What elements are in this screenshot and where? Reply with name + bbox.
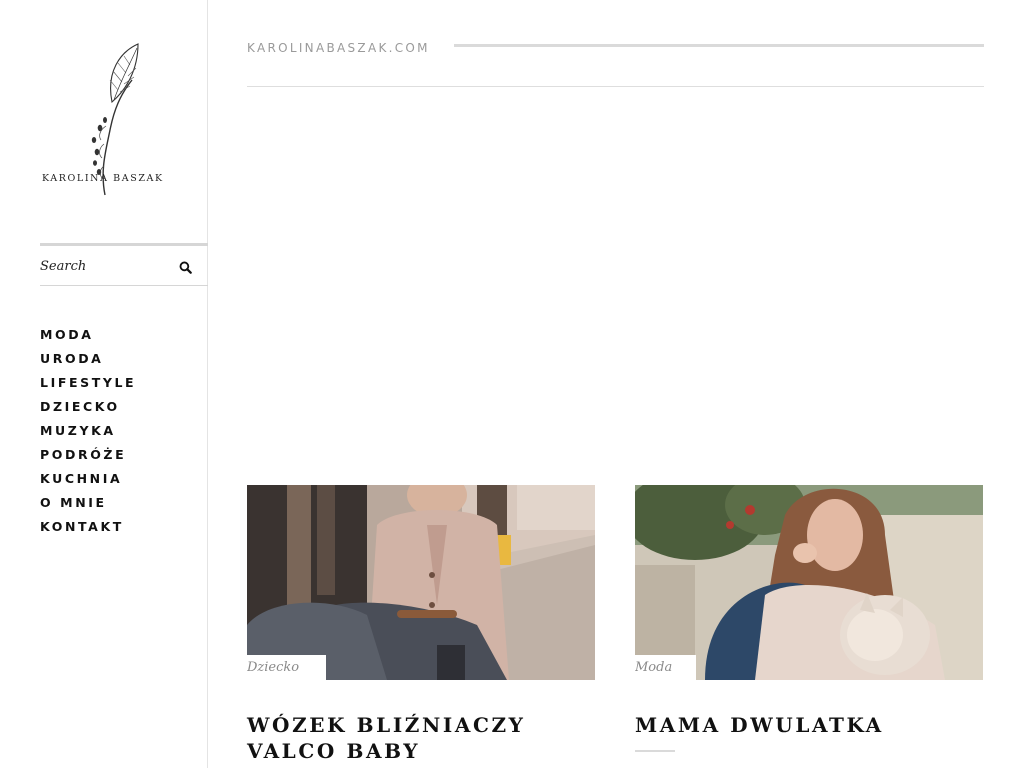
site-url-link[interactable]: KAROLINABASZAK.COM: [247, 41, 430, 55]
logo-text: KAROLINA BASZAK: [42, 173, 164, 184]
menu-item-lifestyle[interactable]: LIFESTYLE: [40, 374, 136, 398]
menu-item-kontakt[interactable]: KONTAKT: [40, 518, 136, 542]
post-category-label[interactable]: Dziecko: [247, 655, 326, 680]
post-image[interactable]: Moda: [635, 485, 983, 680]
menu-item-uroda[interactable]: URODA: [40, 350, 136, 374]
post-image[interactable]: Dziecko: [247, 485, 595, 680]
post-category-label[interactable]: Moda: [635, 655, 696, 680]
title-underline: [635, 750, 675, 752]
post-title[interactable]: WÓZEK BLIŹNIACZY VALCO BABY: [247, 712, 595, 764]
menu-item-dziecko[interactable]: DZIECKO: [40, 398, 136, 422]
menu-item-kuchnia[interactable]: KUCHNIA: [40, 470, 136, 494]
header-rule: [454, 44, 984, 47]
sidebar: KAROLINA BASZAK MODA URODA LIFESTYLE DZI…: [0, 0, 208, 768]
woman-with-twin-stroller-photo: [247, 485, 595, 680]
menu-item-podroze[interactable]: PODRÓŻE: [40, 446, 136, 470]
main-menu: MODA URODA LIFESTYLE DZIECKO MUZYKA PODR…: [40, 326, 136, 542]
post-card: Moda MAMA DWULATKA: [635, 485, 983, 752]
search-icon[interactable]: [179, 261, 192, 274]
site-logo[interactable]: KAROLINA BASZAK: [40, 40, 170, 200]
search-form: [40, 243, 208, 286]
header-divider: [247, 86, 984, 87]
menu-item-muzyka[interactable]: MUZYKA: [40, 422, 136, 446]
post-card: Dziecko WÓZEK BLIŹNIACZY VALCO BABY: [247, 485, 595, 764]
menu-item-moda[interactable]: MODA: [40, 326, 136, 350]
menu-item-o-mnie[interactable]: O MNIE: [40, 494, 136, 518]
post-title[interactable]: MAMA DWULATKA: [635, 712, 983, 738]
search-input[interactable]: [40, 255, 170, 277]
mother-holding-toddler-photo: [635, 485, 983, 680]
